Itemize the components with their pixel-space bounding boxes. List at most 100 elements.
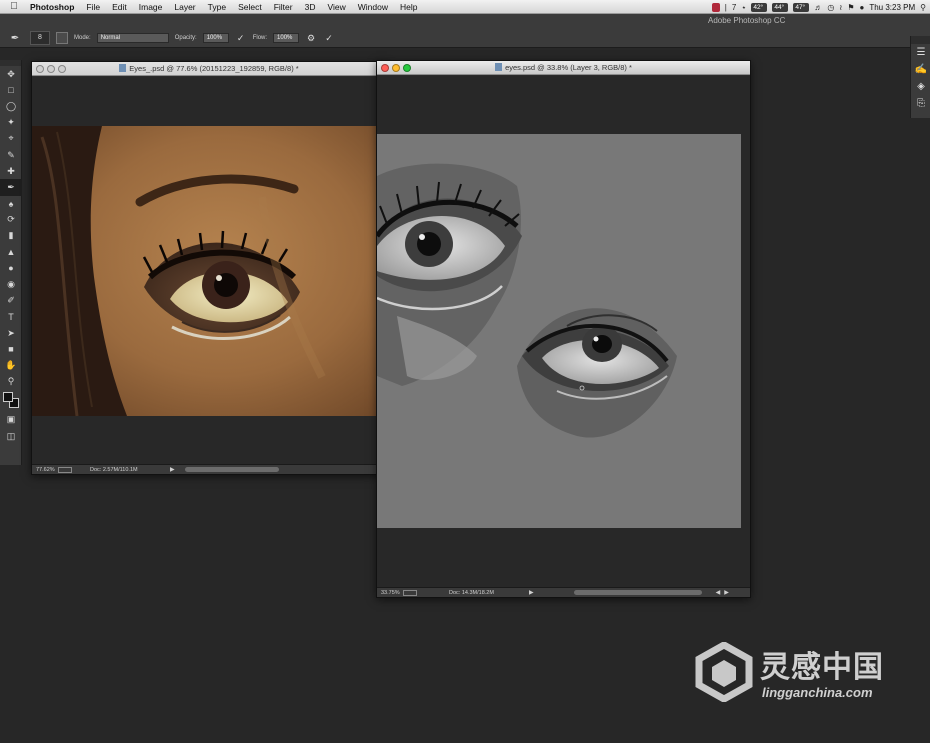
rectangle-tool-icon[interactable]: ■	[0, 341, 22, 357]
screen-mode-icon[interactable]: ◫	[0, 428, 22, 444]
options-bar: Adobe Photoshop CC ✒ 8 Mode: Normal Opac…	[0, 14, 930, 48]
photo-doc-size: Doc: 2.57M/110.1M	[90, 466, 138, 473]
mode-label: Mode:	[74, 35, 91, 41]
dodge-tool-icon[interactable]: ◉	[0, 276, 22, 292]
time-machine-icon[interactable]: ◷	[827, 3, 834, 12]
panel-dock: ☰ ✍ ◈ ⎘	[910, 36, 930, 118]
pen-tool-icon[interactable]: ✐	[0, 293, 22, 309]
sketch-window-title: eyes.psd @ 33.8% (Layer 3, RGB/8) *	[377, 63, 750, 72]
blur-tool-icon[interactable]: ●	[0, 260, 22, 276]
eye-photo-canvas[interactable]	[32, 77, 386, 464]
pressure-size-icon[interactable]: ✓	[323, 32, 335, 44]
airbrush-icon[interactable]: ⚙	[305, 32, 317, 44]
quick-selection-tool-icon[interactable]: ✦	[0, 115, 22, 131]
menubar-clock[interactable]: Thu 3:23 PM	[869, 3, 915, 12]
menubar-count[interactable]: 7	[732, 3, 736, 12]
quick-mask-icon[interactable]: ▣	[0, 412, 22, 428]
watermark-cn-text: 灵感中国	[760, 650, 884, 685]
brush-panel-icon[interactable]: ✍	[911, 61, 930, 78]
photo-status-toggle-icon[interactable]	[58, 466, 72, 473]
menu-filter[interactable]: Filter	[268, 2, 299, 12]
brush-size-picker[interactable]: 8	[30, 31, 50, 45]
flag-icon[interactable]: ⚑	[847, 3, 854, 12]
mac-menubar:  Photoshop File Edit Image Layer Type S…	[0, 0, 930, 14]
screen:  Photoshop File Edit Image Layer Type S…	[0, 0, 930, 743]
marquee-tool-icon[interactable]: □	[0, 82, 22, 98]
photo-zoom-field[interactable]: 77.62%	[32, 467, 58, 473]
menu-3d[interactable]: 3D	[299, 2, 322, 12]
photo-status-menu-icon[interactable]: ▶	[170, 466, 175, 473]
psd-file-icon	[495, 63, 503, 71]
menu-view[interactable]: View	[321, 2, 351, 12]
apple-menu-icon[interactable]: 	[0, 1, 28, 12]
photo-canvas-area[interactable]	[32, 77, 386, 464]
scroll-left-icon[interactable]: ◀	[716, 589, 721, 596]
sketch-canvas-area[interactable]	[377, 76, 750, 587]
hand-tool-icon[interactable]: ✋	[0, 357, 22, 373]
photo-window-title: Eyes_.psd @ 77.6% (20151223_192859, RGB/…	[32, 64, 386, 73]
menu-type[interactable]: Type	[202, 2, 232, 12]
history-brush-tool-icon[interactable]: ⟳	[0, 212, 22, 228]
photo-window-titlebar[interactable]: Eyes_.psd @ 77.6% (20151223_192859, RGB/…	[32, 62, 386, 76]
type-tool-icon[interactable]: T	[0, 309, 22, 325]
color-swatches[interactable]	[0, 390, 22, 412]
eyedropper-tool-icon[interactable]: ✎	[0, 147, 22, 163]
eye-sketch-canvas[interactable]	[377, 76, 750, 587]
document-window-photo[interactable]: Eyes_.psd @ 77.6% (20151223_192859, RGB/…	[31, 61, 387, 475]
menu-app-photoshop[interactable]: Photoshop	[28, 2, 80, 12]
sketch-doc-size: Doc: 14.3M/18.2M	[449, 589, 494, 596]
layers-panel-icon[interactable]: ◈	[911, 78, 930, 95]
eraser-tool-icon[interactable]: ▮	[0, 228, 22, 244]
tool-preset-brush-icon[interactable]: ✒	[6, 31, 24, 45]
bluetooth-icon[interactable]: ⋆	[741, 3, 746, 12]
brush-options: ✒ 8 Mode: Normal Opacity: 100% ✓ Flow: 1…	[0, 30, 335, 46]
menu-help[interactable]: Help	[394, 2, 423, 12]
temp-monitor-3[interactable]: 47°	[793, 2, 810, 12]
mode-select[interactable]: Normal	[96, 33, 169, 43]
brush-presets-panel-icon[interactable]: ☰	[911, 44, 930, 61]
speaker-icon[interactable]: ●	[859, 3, 864, 12]
menu-image[interactable]: Image	[133, 2, 169, 12]
app-title: Adobe Photoshop CC	[708, 16, 786, 25]
crop-tool-icon[interactable]: ⌖	[0, 131, 22, 147]
panel-dock-grip[interactable]	[911, 36, 930, 44]
divider-icon: |	[724, 2, 727, 12]
menu-layer[interactable]: Layer	[168, 2, 201, 12]
sketch-zoom-field[interactable]: 33.75%	[377, 590, 403, 596]
brush-tool-icon[interactable]: ✒	[0, 179, 22, 196]
spot-healing-tool-icon[interactable]: ✚	[0, 163, 22, 179]
sketch-window-title-text: eyes.psd @ 33.8% (Layer 3, RGB/8) *	[505, 63, 632, 72]
sketch-status-toggle-icon[interactable]	[403, 589, 417, 596]
volume-icon[interactable]: ♬	[814, 3, 822, 12]
menu-file[interactable]: File	[80, 2, 106, 12]
move-tool-icon[interactable]: ✥	[0, 66, 22, 82]
zoom-tool-icon[interactable]: ⚲	[0, 374, 22, 390]
menu-edit[interactable]: Edit	[106, 2, 133, 12]
scroll-right-icon[interactable]: ▶	[724, 589, 729, 596]
opacity-field[interactable]: 100%	[202, 33, 229, 43]
foreground-color-swatch[interactable]	[3, 391, 13, 402]
pressure-opacity-icon[interactable]: ✓	[235, 32, 247, 44]
sketch-horizontal-scrollbar[interactable]	[573, 590, 702, 595]
document-window-sketch[interactable]: eyes.psd @ 33.8% (Layer 3, RGB/8) * 33.7…	[376, 60, 751, 598]
flow-field[interactable]: 100%	[273, 33, 300, 43]
lasso-tool-icon[interactable]: ◯	[0, 98, 22, 114]
watermark-logo-icon	[695, 642, 753, 702]
brush-panel-toggle-icon[interactable]	[56, 32, 68, 44]
menu-window[interactable]: Window	[352, 2, 394, 12]
watermark-en-text: lingganchina.com	[762, 685, 873, 700]
sketch-window-titlebar[interactable]: eyes.psd @ 33.8% (Layer 3, RGB/8) *	[377, 61, 750, 75]
path-selection-tool-icon[interactable]: ➤	[0, 325, 22, 341]
history-panel-icon[interactable]: ⎘	[911, 95, 930, 112]
clone-stamp-tool-icon[interactable]: ♠	[0, 196, 22, 212]
gradient-tool-icon[interactable]: ▲	[0, 244, 22, 260]
record-icon[interactable]	[711, 2, 720, 12]
menu-select[interactable]: Select	[232, 2, 268, 12]
spotlight-icon[interactable]: ⚲	[920, 3, 926, 12]
temp-monitor-1[interactable]: 42°	[751, 2, 768, 12]
opacity-label: Opacity:	[174, 35, 197, 41]
photo-horizontal-scrollbar[interactable]	[184, 467, 279, 472]
temp-monitor-2[interactable]: 44°	[772, 2, 789, 12]
sketch-status-menu-icon[interactable]: ▶	[529, 589, 534, 596]
wifi-icon[interactable]: ≀	[839, 3, 842, 12]
